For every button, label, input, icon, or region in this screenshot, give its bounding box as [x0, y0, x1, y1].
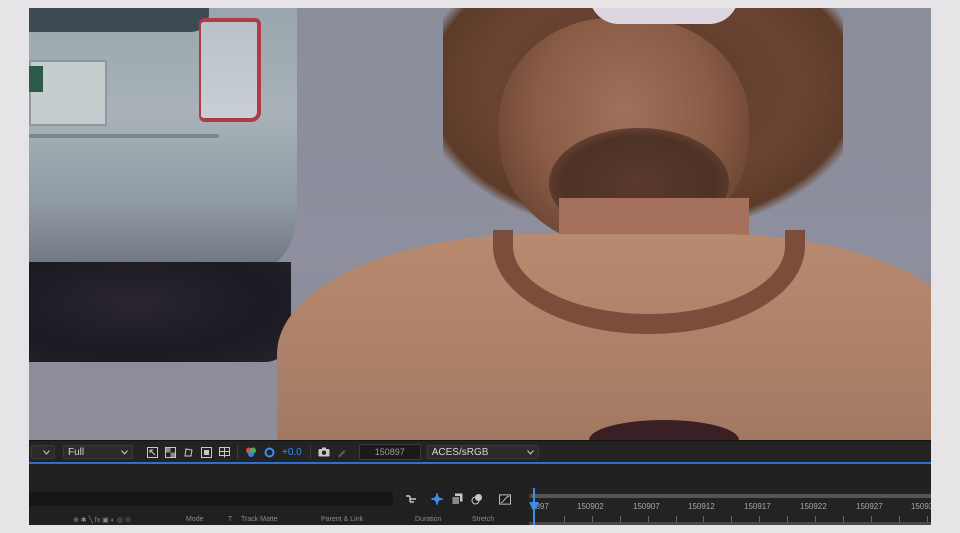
chevron-down-icon	[121, 449, 128, 455]
timeline-panel: ⊕ ✱ ╲ fx ▣ ◐ ◎ ⊙ Mode T Track Matte Pare…	[29, 464, 931, 525]
flowchart-icon[interactable]	[405, 493, 417, 505]
after-effects-window: Full +0.0 150897 ACES/sRGB ⊕ ✱ ╲ fx ▣ ◐ …	[29, 8, 931, 525]
mask-path-icon[interactable]	[182, 446, 194, 458]
ruler-label: 150902	[577, 502, 604, 511]
footage-cap	[589, 8, 739, 24]
footage-tail-light	[199, 18, 261, 122]
exposure-value[interactable]: +0.0	[282, 447, 302, 458]
magnification-dropdown[interactable]	[31, 445, 55, 459]
column-stretch: Stretch	[472, 516, 495, 523]
ruler-label: 150912	[688, 502, 715, 511]
chevron-down-icon	[43, 449, 50, 455]
column-mode: Mode	[186, 516, 204, 523]
work-area-fill	[531, 494, 931, 498]
work-area-bar[interactable]	[529, 494, 931, 498]
layer-search-input[interactable]	[29, 492, 393, 506]
time-ruler[interactable]: 0897 150902 150907 150912 150917 150922 …	[529, 488, 931, 525]
ruler-label: 15093	[911, 502, 931, 511]
viewer-toolbar: Full +0.0 150897 ACES/sRGB	[29, 440, 931, 463]
transparency-grid-icon[interactable]	[164, 446, 176, 458]
graph-editor-icon[interactable]	[499, 493, 511, 505]
column-duration: Duration	[415, 516, 442, 523]
footage-car-trunk	[29, 134, 219, 138]
column-parent-link: Parent & Link	[321, 516, 364, 523]
timeline-switches	[401, 490, 515, 508]
footage-plate-tag	[29, 66, 43, 92]
snapshot-icon[interactable]	[318, 446, 330, 458]
resolution-dropdown[interactable]: Full	[63, 445, 133, 459]
safe-zones-icon[interactable]	[218, 446, 230, 458]
exposure-reset-icon[interactable]	[263, 446, 275, 458]
column-track-matte: Track Matte	[241, 516, 278, 523]
ruler-label: 150907	[633, 502, 660, 511]
draft-3d-icon[interactable]	[431, 493, 443, 505]
column-t: T	[228, 516, 233, 523]
composition-viewer[interactable]	[29, 8, 931, 440]
footage-car-bumper	[29, 262, 291, 362]
guides-icon[interactable]	[200, 446, 212, 458]
ruler-label: 150927	[856, 502, 883, 511]
timeline-column-headers: ⊕ ✱ ╲ fx ▣ ◐ ◎ ⊙ Mode T Track Matte Pare…	[73, 516, 523, 525]
channel-icon[interactable]	[245, 446, 257, 458]
playhead-icon[interactable]	[529, 502, 539, 512]
frame-blending-icon[interactable]	[451, 493, 463, 505]
ruler-label: 150917	[744, 502, 771, 511]
column-switch-icons: ⊕ ✱ ╲ fx ▣ ◐ ◎ ⊙	[73, 517, 131, 524]
region-of-interest-icon[interactable]	[146, 446, 158, 458]
current-time-field[interactable]: 150897	[358, 444, 421, 460]
color-space-dropdown[interactable]: ACES/sRGB	[426, 445, 539, 459]
motion-blur-icon[interactable]	[471, 493, 483, 505]
color-space-value: ACES/sRGB	[431, 446, 489, 458]
chevron-down-icon	[526, 449, 534, 455]
ruler-label: 150922	[800, 502, 827, 511]
layer-bar[interactable]	[529, 522, 931, 525]
footage-car-window	[29, 8, 209, 32]
current-time-value: 150897	[374, 447, 405, 457]
resolution-value: Full	[68, 446, 85, 458]
show-snapshot-icon[interactable]	[336, 446, 348, 458]
